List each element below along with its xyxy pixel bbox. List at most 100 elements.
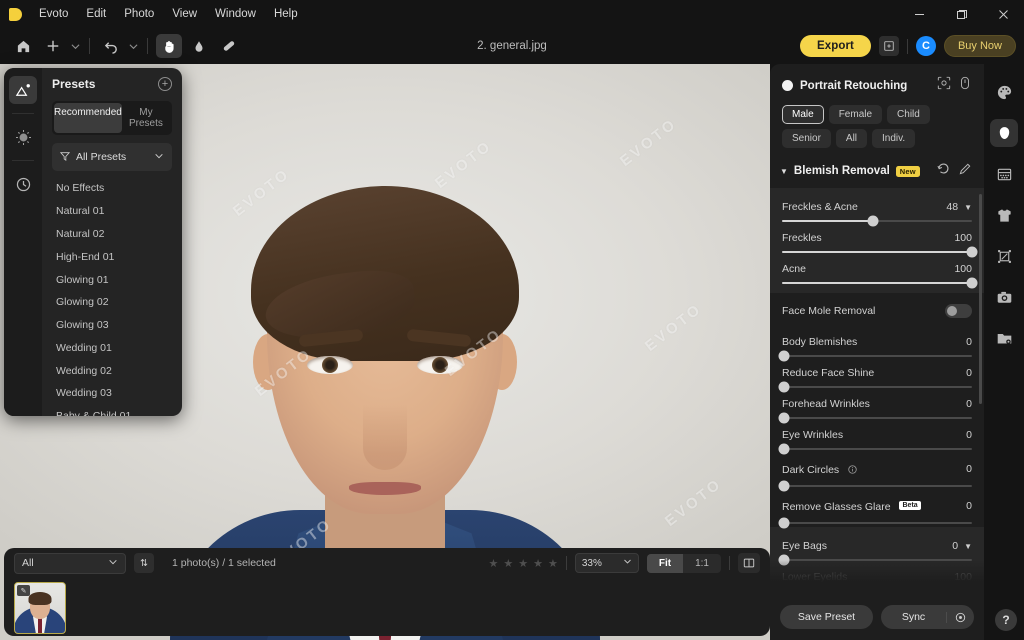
sync-settings-icon[interactable] <box>946 611 974 623</box>
star-icon[interactable]: ★ <box>518 557 528 570</box>
list-item[interactable]: Baby & Child 01 <box>52 405 172 416</box>
slider-scroll-area[interactable]: Freckles & Acne 48 ▼ Freckles 100 Acne 1… <box>770 188 984 586</box>
menu-item-window[interactable]: Window <box>206 5 265 23</box>
list-item[interactable]: Natural 01 <box>52 200 172 223</box>
add-icon[interactable] <box>40 34 66 58</box>
list-item[interactable]: Natural 02 <box>52 223 172 246</box>
history-clock-icon[interactable] <box>9 170 37 198</box>
slider-body-blemishes[interactable]: Body Blemishes 0 <box>770 329 984 362</box>
slider-eye-wrinkles[interactable]: Eye Wrinkles 0 <box>770 422 984 455</box>
slider-remove-glasses-glare[interactable]: Remove Glasses Glare Beta 0 <box>770 490 984 529</box>
slider-track[interactable] <box>778 381 972 393</box>
star-icon[interactable]: ★ <box>533 557 543 570</box>
reset-section-icon[interactable] <box>937 162 950 180</box>
body-shirt-icon[interactable] <box>990 201 1018 229</box>
slider-knob[interactable] <box>778 443 790 455</box>
crop-icon[interactable] <box>990 242 1018 270</box>
slider-knob[interactable] <box>966 585 978 586</box>
save-preset-button[interactable]: Save Preset <box>780 605 873 629</box>
chip-all[interactable]: All <box>835 129 868 148</box>
undo-icon[interactable] <box>98 34 124 58</box>
star-icon[interactable]: ★ <box>489 557 499 570</box>
slider-track[interactable] <box>782 215 972 227</box>
preset-list[interactable]: No Effects Natural 01 Natural 02 High-En… <box>52 177 172 416</box>
chevron-down-icon[interactable]: ▼ <box>780 167 788 176</box>
portrait-face-icon[interactable] <box>990 119 1018 147</box>
face-detect-icon[interactable] <box>937 76 951 95</box>
slider-knob[interactable] <box>966 246 978 258</box>
chip-child[interactable]: Child <box>887 105 930 124</box>
export-button[interactable]: Export <box>799 35 871 57</box>
minimize-button[interactable] <box>898 0 940 28</box>
chip-male[interactable]: Male <box>782 105 824 124</box>
face-mole-removal-toggle[interactable] <box>945 304 972 318</box>
chip-senior[interactable]: Senior <box>782 129 831 148</box>
slider-knob[interactable] <box>778 517 790 529</box>
list-item[interactable]: ✎ <box>14 582 66 634</box>
slider-track[interactable] <box>778 350 972 362</box>
maximize-button[interactable] <box>940 0 982 28</box>
slider-knob[interactable] <box>778 381 790 393</box>
slider-knob[interactable] <box>966 277 978 289</box>
menu-item-edit[interactable]: Edit <box>77 5 115 23</box>
menu-item-evoto[interactable]: Evoto <box>30 5 77 23</box>
info-icon[interactable] <box>847 460 857 477</box>
menu-item-help[interactable]: Help <box>265 5 307 23</box>
close-button[interactable] <box>982 0 1024 28</box>
tab-recommended[interactable]: Recommended <box>54 103 122 133</box>
filmstrip[interactable]: ✎ <box>4 578 770 634</box>
presets-image-icon[interactable] <box>9 76 37 104</box>
add-chevron-down-icon[interactable] <box>68 34 83 58</box>
one-to-one-button[interactable]: 1:1 <box>683 554 721 573</box>
edit-mask-icon[interactable] <box>959 162 972 180</box>
slider-freckles-and-acne[interactable]: Freckles & Acne 48 ▼ <box>770 194 984 227</box>
list-item[interactable]: Wedding 03 <box>52 382 172 405</box>
chevron-down-icon[interactable]: ▼ <box>964 203 972 212</box>
star-icon[interactable]: ★ <box>503 557 513 570</box>
undo-chevron-down-icon[interactable] <box>126 34 141 58</box>
slider-track[interactable] <box>782 246 978 258</box>
split-view-icon[interactable] <box>738 553 760 573</box>
list-item[interactable]: No Effects <box>52 177 172 200</box>
list-item[interactable]: Wedding 02 <box>52 359 172 382</box>
slider-track[interactable] <box>778 554 972 566</box>
sync-button[interactable]: Sync <box>881 605 946 629</box>
slider-lower-eyelids[interactable]: Lower Eyelids 100 <box>770 564 984 586</box>
menu-item-photo[interactable]: Photo <box>115 5 163 23</box>
avatar[interactable]: C <box>915 36 936 56</box>
slider-knob[interactable] <box>778 480 790 492</box>
slider-knob[interactable] <box>867 215 879 227</box>
compare-before-after-icon[interactable] <box>958 76 972 95</box>
slider-freckles[interactable]: Freckles 100 <box>770 225 984 258</box>
list-item[interactable]: Glowing 02 <box>52 291 172 314</box>
hand-tool-icon[interactable] <box>156 34 182 58</box>
slider-track[interactable] <box>778 517 972 529</box>
folder-export-icon[interactable] <box>990 324 1018 352</box>
home-icon[interactable] <box>10 34 36 58</box>
slider-track[interactable] <box>782 277 978 289</box>
color-palette-icon[interactable] <box>990 78 1018 106</box>
healing-tool-icon[interactable] <box>216 34 242 58</box>
rating-stars[interactable]: ★ ★ ★ ★ ★ <box>489 557 558 570</box>
fit-button[interactable]: Fit <box>646 553 684 573</box>
slider-reduce-face-shine[interactable]: Reduce Face Shine 0 <box>770 360 984 393</box>
slider-knob[interactable] <box>778 412 790 424</box>
slider-forehead-wrinkles[interactable]: Forehead Wrinkles 0 <box>770 391 984 424</box>
save-to-disk-icon[interactable] <box>878 36 899 56</box>
panel-scrollbar[interactable] <box>979 194 982 404</box>
tab-my-presets[interactable]: My Presets <box>122 103 170 133</box>
blemish-removal-section-header[interactable]: ▼ Blemish Removal New <box>770 148 984 188</box>
presets-filter-dropdown[interactable]: All Presets <box>52 143 172 171</box>
slider-track[interactable] <box>778 412 972 424</box>
slider-track[interactable] <box>778 443 972 455</box>
buy-now-button[interactable]: Buy Now <box>943 35 1016 57</box>
menu-item-view[interactable]: View <box>163 5 206 23</box>
camera-icon[interactable] <box>990 283 1018 311</box>
list-item[interactable]: Wedding 01 <box>52 336 172 359</box>
blur-tool-icon[interactable] <box>186 34 212 58</box>
help-button[interactable]: ? <box>995 609 1017 631</box>
filter-select[interactable]: All <box>14 552 126 574</box>
sort-order-button[interactable]: ⇅ <box>134 553 154 573</box>
slider-knob[interactable] <box>778 554 790 566</box>
slider-knob[interactable] <box>778 350 790 362</box>
